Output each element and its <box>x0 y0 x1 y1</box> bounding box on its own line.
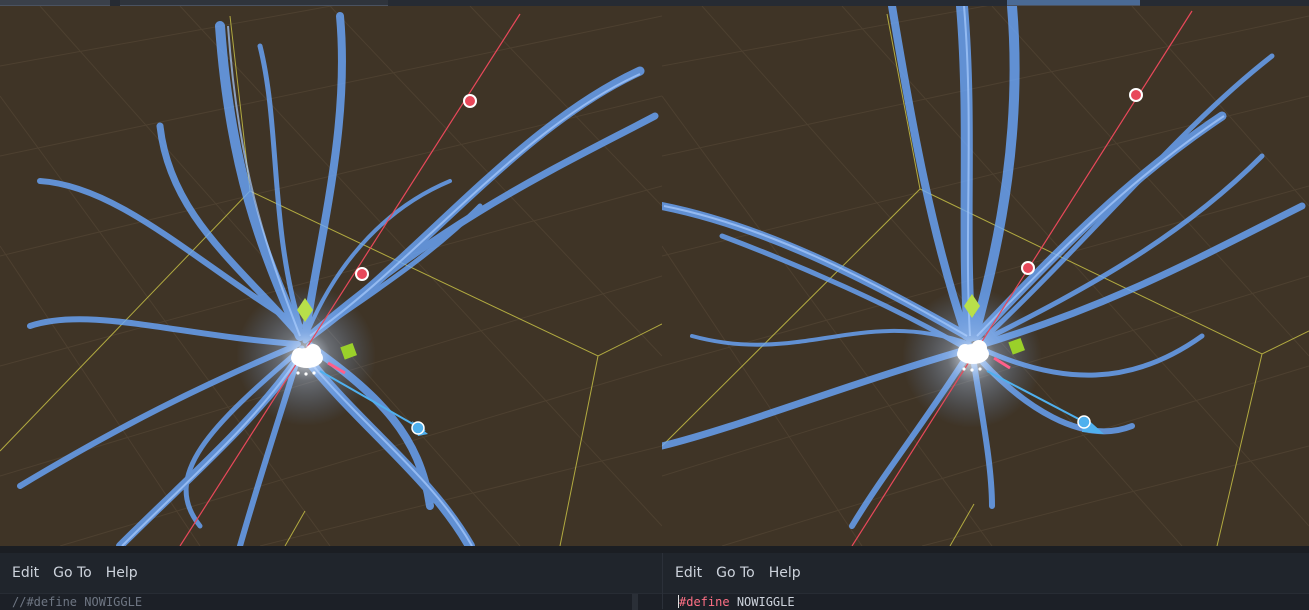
viewport-3d-left[interactable] <box>0 6 662 546</box>
code-symbol: NOWIGGLE <box>736 595 795 609</box>
sphere-handle-icon-3[interactable] <box>411 421 425 435</box>
code-symbol: NOWIGGLE <box>84 595 143 609</box>
shader-editor-left: Edit Go To Help //#define NOWIGGLE <box>0 553 662 610</box>
code-line-1[interactable]: //#define NOWIGGLE <box>12 595 142 609</box>
menu-edit[interactable]: Edit <box>669 561 708 585</box>
menu-help[interactable]: Help <box>763 561 807 585</box>
code-directive: #define <box>26 595 78 609</box>
menu-go-to[interactable]: Go To <box>710 561 761 585</box>
sphere-handle-icon[interactable] <box>463 94 477 108</box>
sphere-handle-icon-3[interactable] <box>1077 415 1091 429</box>
code-directive: #define <box>679 595 730 609</box>
viewport-scene-right <box>662 6 1309 546</box>
viewport-scene-left <box>0 6 662 546</box>
code-editor-left[interactable]: //#define NOWIGGLE <box>0 593 662 610</box>
sphere-handle-icon-2[interactable] <box>355 267 369 281</box>
sphere-handle-icon[interactable] <box>1129 88 1143 102</box>
panel-divider[interactable] <box>0 546 1309 553</box>
code-line-1[interactable]: #define NOWIGGLE <box>678 595 795 609</box>
code-comment-prefix: // <box>12 595 27 609</box>
menu-go-to[interactable]: Go To <box>47 561 98 585</box>
menubar-right: Edit Go To Help <box>663 553 1309 593</box>
shader-editor-right: Edit Go To Help #define NOWIGGLE <box>662 553 1309 610</box>
viewport-3d-right[interactable] <box>662 6 1309 546</box>
code-editor-right[interactable]: #define NOWIGGLE <box>663 593 1309 610</box>
editor-scrollbar[interactable] <box>632 594 638 610</box>
sphere-handle-icon-2[interactable] <box>1021 261 1035 275</box>
menu-help[interactable]: Help <box>100 561 144 585</box>
menu-edit[interactable]: Edit <box>6 561 45 585</box>
menubar-left: Edit Go To Help <box>0 553 662 593</box>
